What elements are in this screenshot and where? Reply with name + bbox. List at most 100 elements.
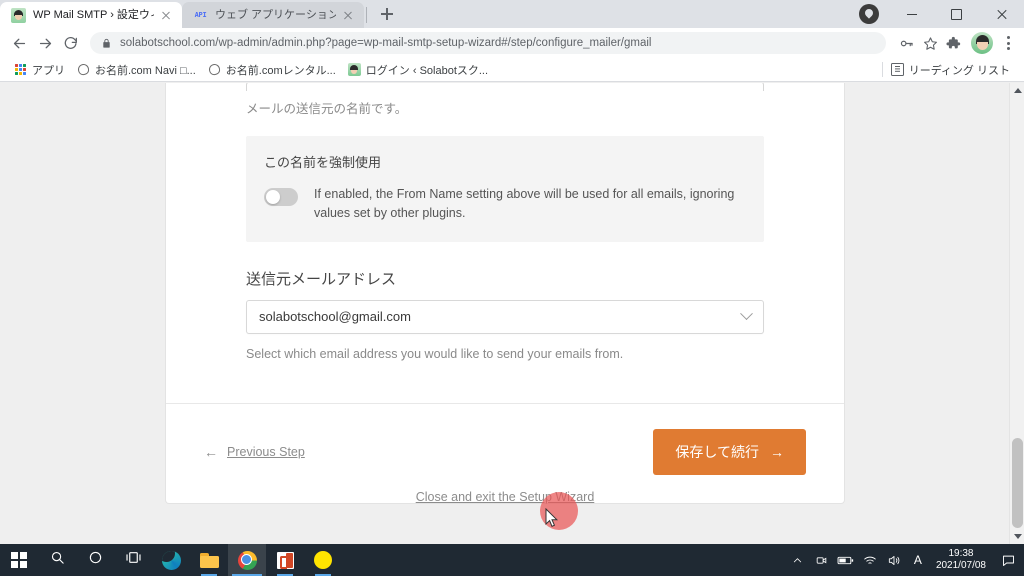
browser-tab-active[interactable]: WP Mail SMTP › 設定ウィザード [0,2,182,28]
from-email-value: solabotschool@gmail.com [259,309,411,324]
cortana-button[interactable] [76,544,114,576]
force-from-name-title: この名前を強制使用 [264,154,382,170]
close-icon[interactable] [979,0,1024,28]
screen: WP Mail SMTP › 設定ウィザード API ウェブ アプリケーション … [0,0,1024,576]
browser-toolbar: solabotschool.com/wp-admin/admin.php?pag… [0,28,1024,58]
browser-tab-inactive[interactable]: API ウェブ アプリケーション のクライアント I [182,2,364,28]
bookmarks-divider [881,62,883,77]
bookmark-label: アプリ [32,64,65,77]
profile-badge-icon[interactable] [859,4,879,24]
force-from-name-panel: この名前を強制使用 If enabled, the From Name sett… [246,135,764,242]
scrollbar-thumb[interactable] [1012,438,1023,528]
window-controls [859,0,1024,28]
bookmark-label: お名前.com Navi □... [95,64,196,77]
reading-list-label: リーディング リスト [908,64,1010,77]
toggle-knob [266,189,280,204]
maximize-icon[interactable] [934,0,979,28]
system-tray: A 19:38 2021/07/08 [786,544,1024,576]
card-body: メールの送信元の名前です。 この名前を強制使用 If enabled, the … [166,83,844,363]
avatar-icon[interactable] [971,32,993,54]
clock-time: 19:38 [948,548,974,559]
setup-wizard-card: メールの送信元の名前です。 この名前を強制使用 If enabled, the … [165,83,845,505]
battery-icon[interactable] [834,544,858,576]
arrow-right-icon: → [770,444,784,461]
edge-icon [161,550,181,570]
yellow-circle-icon [314,551,332,569]
cortana-circle-icon [88,550,103,570]
chrome-icon [237,550,257,570]
bookmark-solabot-login[interactable]: ログイン ‹ Solabotスク... [342,60,492,80]
tab-title: ウェブ アプリケーション のクライアント I [215,9,336,21]
bookmarks-bar: アプリ お名前.com Navi □... お名前.comレンタル... ログイ… [0,58,1024,82]
reading-list-icon [890,63,904,76]
page-viewport: メールの送信元の名前です。 この名前を強制使用 If enabled, the … [0,83,1024,544]
windows-taskbar: A 19:38 2021/07/08 [0,544,1024,576]
bookmark-onamae-rental[interactable]: お名前.comレンタル... [202,60,342,80]
apps-grid-icon [14,63,27,76]
kebab-menu-icon[interactable] [998,30,1018,56]
clock[interactable]: 19:38 2021/07/08 [930,548,994,572]
close-icon[interactable] [340,7,356,23]
scroll-down-arrow-icon[interactable] [1010,529,1024,544]
save-and-continue-button[interactable]: 保存して続行 → [653,429,806,476]
wifi-icon[interactable] [858,544,882,576]
chevron-up-icon[interactable] [786,544,810,576]
forward-arrow-icon[interactable] [32,30,58,56]
mouse-cursor [545,507,559,528]
close-icon[interactable] [158,7,174,23]
onamae-icon [208,63,221,76]
app-button[interactable] [304,544,342,576]
bookmark-label: ログイン ‹ Solabotスク... [365,64,489,77]
star-icon[interactable] [920,33,940,53]
address-bar[interactable]: solabotschool.com/wp-admin/admin.php?pag… [90,32,886,54]
save-button-label: 保存して続行 [675,444,759,461]
windows-logo-icon [11,552,27,568]
reading-list-button[interactable]: リーディング リスト [881,62,1016,78]
back-arrow-icon[interactable] [6,30,32,56]
from-email-help: Select which email address you would lik… [246,346,624,361]
lock-icon [100,37,112,49]
chrome-button[interactable] [228,544,266,576]
tab-divider [366,7,367,23]
from-name-help: メールの送信元の名前です。 [246,102,408,116]
force-from-name-description: If enabled, the From Name setting above … [314,186,735,221]
device-icon[interactable] [810,544,834,576]
start-button[interactable] [0,544,38,576]
minimize-icon[interactable] [889,0,934,28]
search-button[interactable] [38,544,76,576]
tab-title: WP Mail SMTP › 設定ウィザード [33,9,154,21]
from-email-select[interactable]: solabotschool@gmail.com [246,299,764,334]
task-view-icon [125,550,142,570]
powerpoint-button[interactable] [266,544,304,576]
previous-step-link[interactable]: ← Previous Step [204,445,305,459]
ime-indicator[interactable]: A [906,544,930,576]
from-email-label: 送信元メールアドレス [246,270,397,288]
task-view-button[interactable] [114,544,152,576]
onamae-icon [77,63,90,76]
scroll-up-arrow-icon[interactable] [1010,83,1024,98]
clock-date: 2021/07/08 [935,560,986,571]
new-tab-button[interactable] [373,0,401,28]
bookmark-label: お名前.comレンタル... [225,64,336,77]
file-explorer-button[interactable] [190,544,228,576]
force-from-name-toggle[interactable] [264,187,298,206]
key-icon[interactable] [896,33,916,53]
avatar-icon [11,7,26,23]
chevron-down-icon [740,307,753,321]
close-and-exit-link[interactable]: Close and exit the Setup Wizard [0,490,1010,504]
address-bar-url: solabotschool.com/wp-admin/admin.php?pag… [120,37,652,49]
powerpoint-icon [276,551,294,569]
arrow-left-icon: ← [204,444,218,461]
api-icon: API [194,11,207,19]
previous-step-label: Previous Step [227,445,305,460]
notification-icon[interactable] [994,544,1022,576]
speaker-icon[interactable] [882,544,906,576]
page-scrollbar[interactable] [1009,83,1024,544]
bookmark-apps[interactable]: アプリ [8,60,71,80]
reload-icon[interactable] [58,30,84,56]
from-name-input[interactable] [246,83,764,91]
folder-icon [199,552,219,568]
puzzle-icon[interactable] [940,30,966,56]
bookmark-onamae-navi[interactable]: お名前.com Navi □... [71,60,202,80]
edge-button[interactable] [152,544,190,576]
